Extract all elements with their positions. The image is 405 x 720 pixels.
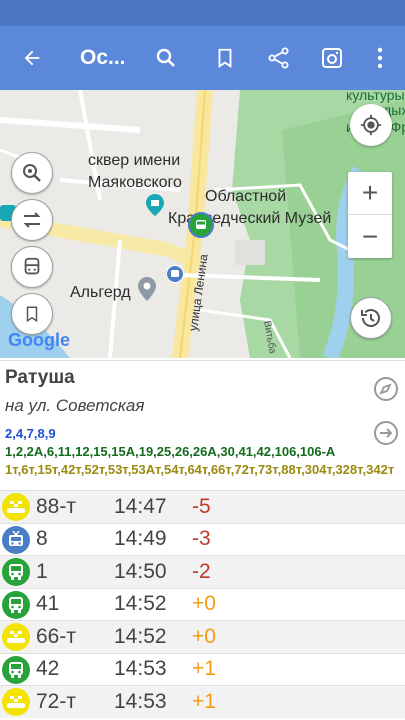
arrival-time: 14:47 [114,494,167,518]
arrival-delta: +0 [192,624,216,648]
arrival-delta: +0 [192,592,216,616]
bus-icon [2,590,30,619]
google-logo-text: Google [8,330,70,350]
map-label-museum-1: Областной [205,188,287,205]
bus-icon [2,655,30,684]
search-button[interactable] [142,26,190,90]
route-button[interactable] [11,199,53,241]
history-button[interactable] [350,297,392,339]
map-bookmark-button[interactable] [11,293,53,335]
swap-route-icon [23,212,41,228]
share-icon [268,47,289,69]
route-number: 66-т [36,624,76,648]
trolley-icon [2,525,30,554]
map-view[interactable]: сквер имени Маяковского Областной Краеве… [0,90,405,358]
compass-button[interactable] [372,375,400,403]
status-bar [0,0,405,26]
arrival-delta: -3 [192,527,211,551]
my-location-icon [360,114,382,136]
stop-routes: 2,4,7,8,9 1,2,2А,6,11,12,15,15А,19,25,26… [5,425,394,479]
arrivals-list: 88-т 14:47 -5 8 14:49 -3 1 14:50 -2 41 14:52 +0 66-т… [0,490,405,718]
route-number: 8 [36,527,48,551]
place-pin-icon[interactable] [138,277,156,301]
map-label-park-name: Маяковского [88,174,182,191]
bus-icon [2,558,30,586]
arrival-row[interactable]: 88-т 14:47 -5 [0,490,405,523]
search-zoom-icon [23,164,41,182]
route-number: 72-т [36,689,76,713]
stop-info-panel: Ратуша на ул. Советская 2,4,7,8,9 1,2,2А… [0,360,405,490]
arrow-circle-icon [374,421,398,445]
taxi-icon [2,688,30,716]
arrival-row[interactable]: 41 14:52 +0 [0,587,405,621]
zoom-out-button[interactable]: − [348,215,392,258]
compass-icon [374,377,398,401]
route-number: 42 [36,657,60,681]
search-nearby-button[interactable] [11,152,53,194]
zoom-controls: + − [348,172,392,258]
bookmark-icon [26,306,38,323]
route-number: 1 [36,559,48,583]
stop-marker-small-icon[interactable] [166,265,184,283]
more-menu-button[interactable] [356,26,404,90]
taxi-icon [2,493,30,521]
open-stop-button[interactable] [372,419,400,447]
arrival-time: 14:52 [114,624,167,648]
arrival-time: 14:53 [114,689,167,713]
route-number: 41 [36,592,60,616]
arrival-delta: +1 [192,689,216,713]
history-icon [361,309,380,327]
camera-button[interactable] [308,26,356,90]
stop-name: Ратуша [5,367,75,388]
map-label-park: сквер имени [88,152,181,169]
app-bar: Ос... [0,26,405,90]
arrival-row[interactable]: 1 14:50 -2 [0,555,405,588]
map-label-alg: Альгерд [70,284,131,301]
taxi-icon [2,623,30,651]
route-number: 88-т [36,494,76,518]
more-vert-icon [377,47,383,69]
arrival-time: 14:49 [114,527,167,551]
transport-button[interactable] [11,246,53,288]
arrival-row[interactable]: 8 14:49 -3 [0,522,405,556]
back-button[interactable] [8,26,56,90]
arrival-time: 14:52 [114,592,167,616]
bookmark-button[interactable] [201,26,249,90]
share-button[interactable] [255,26,303,90]
camera-icon [322,48,342,68]
routes-bus: 1,2,2А,6,11,12,15,15А,19,25,26,26А,30,41… [5,444,336,459]
bus-icon [24,257,40,275]
search-icon [156,48,175,67]
arrow-back-icon [24,50,40,66]
arrival-row[interactable]: 72-т 14:53 +1 [0,685,405,718]
zoom-in-button[interactable]: + [348,172,392,215]
stop-street: на ул. Советская [5,396,145,415]
my-location-button[interactable] [350,104,392,146]
museum-pin-icon[interactable] [146,194,164,216]
arrival-delta: -2 [192,559,211,583]
arrival-row[interactable]: 42 14:53 +1 [0,652,405,686]
bookmark-icon [218,48,232,68]
arrival-time: 14:50 [114,559,167,583]
routes-trolley: 2,4,7,8,9 [5,426,56,441]
google-logo: Google [8,330,70,351]
arrival-delta: +1 [192,657,216,681]
stop-marker-bus-icon[interactable] [188,212,214,238]
routes-taxi: 1т,6т,15т,42т,52т,53т,53Ат,54т,64т,66т,7… [5,462,395,477]
arrival-row[interactable]: 66-т 14:52 +0 [0,620,405,653]
arrival-time: 14:53 [114,657,167,681]
page-title: Ос... [80,46,126,69]
arrival-delta: -5 [192,494,211,518]
